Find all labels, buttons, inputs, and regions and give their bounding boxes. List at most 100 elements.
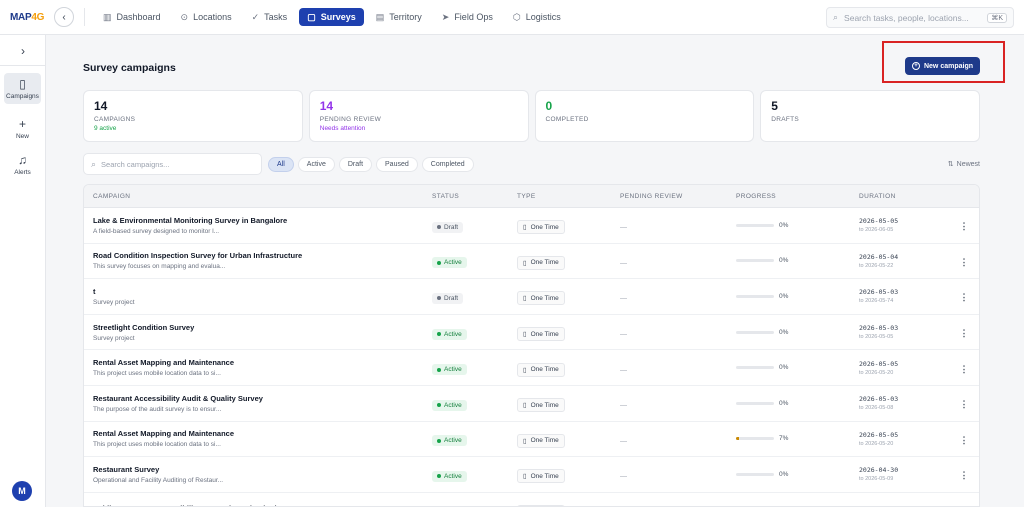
pending-value: — <box>620 366 627 374</box>
progress-fill <box>736 437 739 441</box>
divider <box>0 65 46 66</box>
more-vertical-icon[interactable]: ⋮ <box>960 364 969 374</box>
nav-locations[interactable]: ⊙ Locations <box>173 8 240 26</box>
sidebar-item-campaigns[interactable]: ▯ Campaigns <box>4 73 41 104</box>
table-row[interactable]: Streetlight Condition Survey Survey proje… <box>84 315 979 351</box>
campaign-description: This survey focuses on mapping and evalu… <box>93 263 226 271</box>
filter-completed[interactable]: Completed <box>421 156 474 172</box>
filter-all[interactable]: All <box>268 156 294 172</box>
campaign-search-input[interactable]: ⌕ Search campaigns... <box>83 153 262 175</box>
campaign-name[interactable]: t <box>93 287 432 296</box>
column-header[interactable]: TYPE <box>517 193 620 200</box>
column-header[interactable]: PROGRESS <box>736 193 859 200</box>
nav-surveys[interactable]: ▢ Surveys <box>299 8 364 26</box>
type-label: One Time <box>530 401 559 409</box>
status-label: Active <box>444 330 462 338</box>
table-row[interactable]: Lake & Environmental Monitoring Survey i… <box>84 208 979 244</box>
progress-bar <box>736 472 774 476</box>
status-filters: All Active Draft Paused Completed <box>268 156 474 172</box>
sidebar-item-alerts[interactable]: ♫ Alerts <box>4 149 41 180</box>
table-row[interactable]: t Survey project Draft ▯ One Time — 0% 2026-05-… <box>84 279 979 315</box>
campaign-name[interactable]: Rental Asset Mapping and Maintenance <box>93 358 432 367</box>
column-header[interactable]: DURATION <box>859 193 949 200</box>
table-row[interactable]: Rental Asset Mapping and Maintenance This… <box>84 350 979 386</box>
nav-field-ops[interactable]: ➤ Field Ops <box>434 8 501 26</box>
table-row[interactable]: Restaurant Survey Operational and Facilit… <box>84 457 979 493</box>
campaign-name[interactable]: Rental Asset Mapping and Maintenance <box>93 429 432 438</box>
search-icon: ⌕ <box>91 158 97 169</box>
filter-draft[interactable]: Draft <box>338 156 373 172</box>
more-vertical-icon[interactable]: ⋮ <box>960 470 969 480</box>
column-header[interactable]: STATUS <box>432 193 517 200</box>
progress-cell: 7% <box>736 435 859 442</box>
campaign-name[interactable]: Streetlight Condition Survey <box>93 323 432 332</box>
status-label: Active <box>444 366 462 374</box>
nav-dashboard[interactable]: ▥ Dashboard <box>95 8 169 26</box>
more-vertical-icon[interactable]: ⋮ <box>960 257 969 267</box>
sidebar-item-new[interactable]: + New <box>4 113 41 144</box>
column-header[interactable]: PENDING REVIEW <box>620 193 736 200</box>
document-icon: ▯ <box>523 259 527 267</box>
back-button[interactable]: ‹ <box>54 7 74 27</box>
table-row[interactable]: Public Transport Accessibility Survey in… <box>84 493 979 506</box>
duration-cell: 2026-05-03 to 2026-05-08 <box>859 395 949 411</box>
campaign-cell: Lake & Environmental Monitoring Survey i… <box>84 216 432 235</box>
global-search[interactable]: ⌕ Search tasks, people, locations... ⌘K <box>826 7 1014 28</box>
table-row[interactable]: Restaurant Accessibility Audit & Quality… <box>84 386 979 422</box>
type-cell: ▯One Time <box>517 501 620 506</box>
table-row[interactable]: Road Condition Inspection Survey for Urb… <box>84 244 979 280</box>
nav-logistics[interactable]: ⬡ Logistics <box>505 8 569 26</box>
plus-icon: + <box>18 117 26 131</box>
progress: 0% <box>736 293 859 300</box>
nav-label: Territory <box>389 12 422 22</box>
bell-icon: ♫ <box>18 153 27 167</box>
campaign-name[interactable]: Restaurant Accessibility Audit & Quality… <box>93 394 432 403</box>
filter-paused[interactable]: Paused <box>376 156 418 172</box>
pending-cell: — <box>620 501 736 506</box>
more-vertical-icon[interactable]: ⋮ <box>960 221 969 231</box>
app-logo[interactable]: MAP4G <box>0 12 46 23</box>
highlight-box <box>882 41 1005 83</box>
type-cell: ▯One Time <box>517 323 620 342</box>
nav-label: Logistics <box>525 12 561 22</box>
sort-button[interactable]: ⇅ Newest <box>948 160 980 169</box>
filter-active[interactable]: Active <box>297 156 335 172</box>
type-cell: ▯One Time <box>517 465 620 484</box>
avatar[interactable]: M <box>12 481 32 501</box>
row-actions: ⋮ <box>949 287 979 305</box>
campaign-name[interactable]: Lake & Environmental Monitoring Survey i… <box>93 216 432 225</box>
status-cell: Active <box>432 323 517 341</box>
start-date: 2026-05-03 <box>859 324 899 333</box>
more-vertical-icon[interactable]: ⋮ <box>960 328 969 338</box>
chevron-right-icon: › <box>21 44 25 58</box>
status-cell: Active <box>432 359 517 377</box>
progress: 0% <box>736 364 859 371</box>
type-badge: ▯One Time <box>517 469 565 484</box>
more-vertical-icon[interactable]: ⋮ <box>960 399 969 409</box>
progress: 0% <box>736 222 859 229</box>
campaign-name[interactable]: Road Condition Inspection Survey for Urb… <box>93 251 432 260</box>
nav-territory[interactable]: ▤ Territory <box>368 8 430 26</box>
campaign-name[interactable]: Restaurant Survey <box>93 465 432 474</box>
progress-cell: 0% <box>736 329 859 336</box>
document-icon: ▯ <box>523 331 527 339</box>
table-row[interactable]: Rental Asset Mapping and Maintenance This… <box>84 422 979 458</box>
pending-value: — <box>620 295 627 303</box>
table-header: CAMPAIGN STATUS TYPE PENDING REVIEW PROG… <box>84 185 979 208</box>
nav-label: Surveys <box>320 12 356 22</box>
pending-cell: — <box>620 216 736 234</box>
sidebar-expand-button[interactable]: › <box>0 44 46 58</box>
more-vertical-icon[interactable]: ⋮ <box>960 292 969 302</box>
pending-value: — <box>620 402 627 410</box>
stat-label: COMPLETED <box>545 116 589 123</box>
nav-tasks[interactable]: ✓ Tasks <box>244 8 296 26</box>
column-header[interactable]: CAMPAIGN <box>84 193 432 200</box>
status-cell: Active <box>432 430 517 448</box>
stat-value: 14 <box>94 99 108 113</box>
status-badge: Active <box>432 435 467 447</box>
more-vertical-icon[interactable]: ⋮ <box>960 435 969 445</box>
top-bar: MAP4G ‹ ▥ Dashboard ⊙ Locations ✓ Tasks ▢ Surve… <box>0 0 1024 35</box>
end-date: to 2026-05-22 <box>859 262 894 269</box>
type-label: One Time <box>530 472 559 480</box>
campaign-description: This project uses mobile location data t… <box>93 370 221 378</box>
